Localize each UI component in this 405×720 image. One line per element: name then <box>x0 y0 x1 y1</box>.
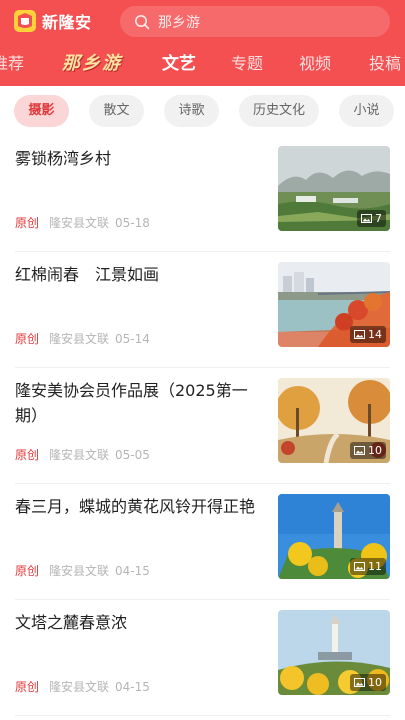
tab-wenyi[interactable]: 文艺 <box>162 52 196 76</box>
sub-category-bar: 摄影 散文 诗歌 历史文化 小说 <box>0 86 405 136</box>
app-name: 新隆安 <box>42 13 92 32</box>
article-source: 隆安县文联 <box>49 448 110 462</box>
photo-count-badge: 14 <box>350 326 386 343</box>
photo-count-badge: 10 <box>350 442 386 459</box>
photo-count: 10 <box>368 676 382 689</box>
photo-count: 14 <box>368 328 382 341</box>
search-placeholder: 那乡游 <box>158 14 200 31</box>
app-logo[interactable]: 新隆安 <box>14 9 92 33</box>
app-logo-icon <box>14 10 36 32</box>
subtab-prose[interactable]: 散文 <box>89 95 144 127</box>
article-title: 隆安美协会员作品展（2025第一期） <box>15 381 248 425</box>
photo-count: 10 <box>368 444 382 457</box>
subtab-photography[interactable]: 摄影 <box>14 95 69 127</box>
top-header: 新隆安 那乡游 推荐 那乡游 文艺 专题 视频 投稿 <box>0 0 405 86</box>
tab-tougao[interactable]: 投稿 <box>369 52 401 76</box>
photo-count-badge: 10 <box>350 674 386 691</box>
image-icon <box>354 678 365 687</box>
article-title: 春三月，蝶城的黄花风铃开得正艳 <box>15 497 256 516</box>
photo-count-badge: 11 <box>350 558 386 575</box>
photo-count-badge: 7 <box>357 210 386 227</box>
photo-count: 7 <box>375 212 382 225</box>
image-icon <box>354 446 365 455</box>
article-source: 隆安县文联 <box>49 216 110 230</box>
article-thumbnail[interactable]: 11 <box>278 494 390 579</box>
subtab-poetry[interactable]: 诗歌 <box>164 95 219 127</box>
search-bar[interactable]: 那乡游 <box>120 6 390 37</box>
article-thumbnail[interactable]: 7 <box>278 146 390 231</box>
image-icon <box>354 330 365 339</box>
subtab-history[interactable]: 历史文化 <box>239 95 319 127</box>
article-item[interactable]: 春三月，蝶城的黄花风铃开得正艳 原创 隆安县文联 04-15 11 <box>15 484 390 600</box>
article-meta: 原创 隆安县文联 05-14 <box>15 330 150 347</box>
original-tag: 原创 <box>15 216 40 230</box>
subtab-novel[interactable]: 小说 <box>339 95 394 127</box>
article-date: 04-15 <box>115 564 150 578</box>
original-tag: 原创 <box>15 448 40 462</box>
article-date: 04-15 <box>115 680 150 694</box>
tab-zhuanti[interactable]: 专题 <box>231 52 263 76</box>
original-tag: 原创 <box>15 332 40 346</box>
article-item[interactable]: 红棉闹春 江景如画 原创 隆安县文联 05-14 14 <box>15 252 390 368</box>
article-date: 05-18 <box>115 216 150 230</box>
original-tag: 原创 <box>15 564 40 578</box>
image-icon <box>361 214 372 223</box>
article-meta: 原创 隆安县文联 05-05 <box>15 446 150 463</box>
article-thumbnail[interactable]: 14 <box>278 262 390 347</box>
article-item[interactable]: 文塔之麓春意浓 原创 隆安县文联 04-15 10 <box>15 600 390 716</box>
article-date: 05-05 <box>115 448 150 462</box>
search-icon <box>135 14 150 29</box>
article-title: 文塔之麓春意浓 <box>15 613 128 632</box>
article-thumbnail[interactable]: 10 <box>278 378 390 463</box>
article-source: 隆安县文联 <box>49 680 110 694</box>
original-tag: 原创 <box>15 680 40 694</box>
article-date: 05-14 <box>115 332 150 346</box>
article-item[interactable]: 隆安美协会员作品展（2025第一期） 原创 隆安县文联 05-05 10 <box>15 368 390 484</box>
article-meta: 原创 隆安县文联 05-18 <box>15 214 150 231</box>
row-divider <box>15 715 390 716</box>
article-source: 隆安县文联 <box>49 564 110 578</box>
tab-recommend[interactable]: 推荐 <box>0 52 24 76</box>
photo-count: 11 <box>368 560 382 573</box>
article-thumbnail[interactable]: 10 <box>278 610 390 695</box>
article-title: 雾锁杨湾乡村 <box>15 149 112 168</box>
tab-video[interactable]: 视频 <box>299 52 331 76</box>
image-icon <box>354 562 365 571</box>
article-source: 隆安县文联 <box>49 332 110 346</box>
article-meta: 原创 隆安县文联 04-15 <box>15 562 150 579</box>
article-item[interactable]: 雾锁杨湾乡村 原创 隆安县文联 05-18 7 <box>15 136 390 252</box>
tab-naxiangyou[interactable]: 那乡游 <box>62 52 122 76</box>
article-title: 红棉闹春 江景如画 <box>15 265 160 284</box>
article-meta: 原创 隆安县文联 04-15 <box>15 678 150 695</box>
